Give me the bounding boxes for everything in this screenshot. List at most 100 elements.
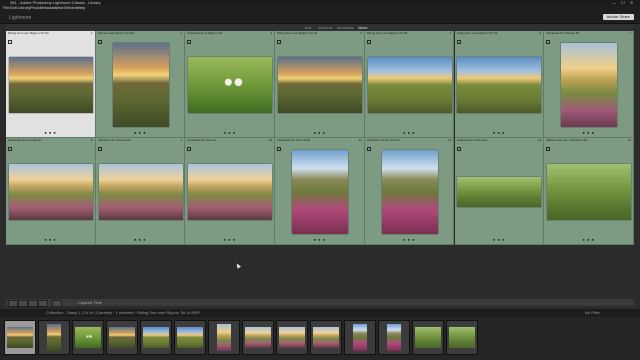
- photo-thumbnail[interactable]: [381, 150, 438, 234]
- filmstrip-thumbnail[interactable]: [344, 320, 376, 355]
- grid-cell[interactable]: Rising Sun over Rippon Tor #2 1 ● ● ●: [6, 31, 96, 138]
- cell-title: Chinkwell Tor Sunrise #3: [546, 32, 580, 35]
- grid-cell[interactable]: Widecombe from Chinkwell Tor 14 ● ● ●: [544, 138, 634, 245]
- filmstrip-image: [353, 324, 367, 351]
- cell-index: 9: [180, 139, 183, 142]
- pick-flag-icon[interactable]: [366, 147, 371, 151]
- pick-flag-icon[interactable]: [97, 40, 102, 44]
- grid-cell[interactable]: Mushrooms on Rippon Tor 3 ● ● ●: [185, 31, 276, 138]
- pick-flag-icon[interactable]: [456, 40, 461, 44]
- grid-cell[interactable]: Rising Sun over Rippon Tor #1 4 ● ● ●: [275, 31, 365, 138]
- pick-flag-icon[interactable]: [546, 40, 551, 44]
- grid-cell[interactable]: Chinkwell Tor Sunrise #2 8 ● ● ●: [6, 138, 96, 245]
- pick-flag-icon[interactable]: [277, 40, 282, 44]
- rating-dots[interactable]: ● ● ●: [6, 238, 95, 242]
- cell-info: Chinkwell Tor Sunrise #2 8: [8, 139, 93, 143]
- rating-dots[interactable]: ● ● ●: [275, 131, 364, 135]
- lightroom-logo: Lightroom: [9, 15, 32, 21]
- loupe-view-icon[interactable]: [18, 300, 28, 307]
- grid-cell[interactable]: Sunrise over Rippon Tor #2 2 ● ● ●: [95, 31, 186, 138]
- pick-flag-icon[interactable]: [456, 147, 461, 151]
- people-view-icon[interactable]: [52, 300, 62, 307]
- filmstrip-thumbnail[interactable]: [140, 320, 172, 355]
- cell-index: 7: [629, 32, 631, 35]
- filter-tab-metadata[interactable]: Metadata: [337, 24, 354, 31]
- pick-flag-icon[interactable]: [8, 147, 12, 151]
- photo-thumbnail[interactable]: [8, 57, 93, 113]
- cell-index: 3: [270, 32, 273, 35]
- cell-info: Widecombe Panorama 13: [457, 139, 542, 143]
- filter-tab-attribute[interactable]: Attribute: [318, 24, 333, 31]
- pick-flag-icon[interactable]: [546, 147, 551, 151]
- photo-grid: Rising Sun over Rippon Tor #2 1 ● ● ● Sunri…: [6, 31, 634, 297]
- filmstrip-thumbnail[interactable]: [276, 320, 308, 355]
- filmstrip-thumbnail[interactable]: [4, 320, 36, 355]
- filter-tab-text[interactable]: Text: [304, 24, 311, 31]
- cell-title: Chinkwell Tor Summit: [187, 139, 217, 142]
- rating-dots[interactable]: ● ● ●: [455, 238, 544, 242]
- grid-cell[interactable]: Widecombe Panorama 13 ● ● ●: [454, 138, 545, 245]
- cell-info: Chinkwell Tor Summit 10: [187, 139, 272, 143]
- filmstrip-thumbnail[interactable]: [242, 320, 274, 355]
- sort-order-label[interactable]: Capture Time: [78, 299, 102, 306]
- cell-info: Chinkwell Tor Sunrise #3 7: [546, 32, 631, 36]
- survey-view-icon[interactable]: [38, 300, 48, 307]
- rating-dots[interactable]: ● ● ●: [544, 131, 633, 135]
- compare-view-icon[interactable]: [28, 300, 38, 307]
- pick-flag-icon[interactable]: [187, 40, 192, 44]
- filmstrip-thumbnail[interactable]: [38, 320, 70, 355]
- filmstrip-thumbnail[interactable]: [378, 320, 410, 355]
- filmstrip-thumbnail[interactable]: [446, 320, 478, 355]
- grid-view-icon[interactable]: [8, 300, 18, 307]
- photo-thumbnail[interactable]: [291, 150, 348, 234]
- photo-thumbnail[interactable]: [188, 164, 273, 220]
- rating-dots[interactable]: ● ● ●: [455, 131, 544, 135]
- filter-tab-none[interactable]: None: [358, 24, 368, 31]
- rating-dots[interactable]: ● ● ●: [185, 238, 274, 242]
- rating-dots[interactable]: ● ● ●: [544, 238, 633, 242]
- grid-cell[interactable]: Chinkwell Tor Summit 10 ● ● ●: [185, 138, 276, 245]
- rating-dots[interactable]: ● ● ●: [365, 131, 454, 135]
- filmstrip-image: [245, 327, 271, 348]
- filmstrip-thumbnail[interactable]: [412, 320, 444, 355]
- rating-dots[interactable]: ● ● ●: [6, 131, 95, 135]
- photo-thumbnail[interactable]: [547, 164, 632, 220]
- rating-dots[interactable]: ● ● ●: [96, 131, 185, 135]
- filmstrip-image: [217, 324, 231, 351]
- filmstrip-breadcrumb[interactable]: Collection : Dtacy 1 | 14 of | Currently…: [46, 309, 200, 317]
- grid-cell[interactable]: Rising Sun over Rippon Tor #4 5 ● ● ●: [364, 31, 455, 138]
- photo-thumbnail[interactable]: [561, 43, 618, 127]
- grid-cell[interactable]: Rising Sun over Rippon Tor #3 6 ● ● ●: [454, 31, 545, 138]
- photo-thumbnail[interactable]: [8, 164, 93, 220]
- rating-dots[interactable]: ● ● ●: [185, 131, 274, 135]
- photo-thumbnail[interactable]: [367, 57, 452, 113]
- cell-index: 11: [358, 139, 362, 142]
- filmstrip-thumbnail[interactable]: [310, 320, 342, 355]
- rating-dots[interactable]: ● ● ●: [96, 238, 185, 242]
- filmstrip-thumbnail[interactable]: [72, 320, 104, 355]
- photo-thumbnail[interactable]: [98, 164, 183, 220]
- cell-title: Chinkwell Tor Sunrise #1: [97, 139, 131, 142]
- pick-flag-icon[interactable]: [187, 147, 192, 151]
- share-button[interactable]: Adobe Share: [602, 14, 634, 20]
- photo-thumbnail[interactable]: [112, 43, 169, 127]
- filmstrip-thumbnail[interactable]: [174, 320, 206, 355]
- photo-thumbnail[interactable]: [457, 57, 542, 113]
- pick-flag-icon[interactable]: [277, 147, 282, 151]
- pick-flag-icon[interactable]: [8, 40, 12, 44]
- pick-flag-icon[interactable]: [366, 40, 371, 44]
- filmstrip-filter[interactable]: No Filter: [585, 309, 600, 317]
- photo-thumbnail[interactable]: [188, 57, 273, 113]
- grid-cell[interactable]: Chinkwell Tor Summit #2 11 ● ● ●: [275, 138, 365, 245]
- cell-index: 10: [268, 139, 273, 142]
- grid-cell[interactable]: Chinkwell Tor Summit #3 12 ● ● ●: [364, 138, 455, 245]
- photo-thumbnail[interactable]: [277, 57, 362, 113]
- grid-cell[interactable]: Chinkwell Tor Sunrise #3 7 ● ● ●: [544, 31, 634, 138]
- pick-flag-icon[interactable]: [97, 147, 102, 151]
- filmstrip-thumbnail[interactable]: [208, 320, 240, 355]
- grid-cell[interactable]: Chinkwell Tor Sunrise #1 9 ● ● ●: [95, 138, 186, 245]
- rating-dots[interactable]: ● ● ●: [365, 238, 454, 242]
- filmstrip-thumbnail[interactable]: [106, 320, 138, 355]
- rating-dots[interactable]: ● ● ●: [275, 238, 364, 242]
- photo-thumbnail[interactable]: [457, 177, 542, 207]
